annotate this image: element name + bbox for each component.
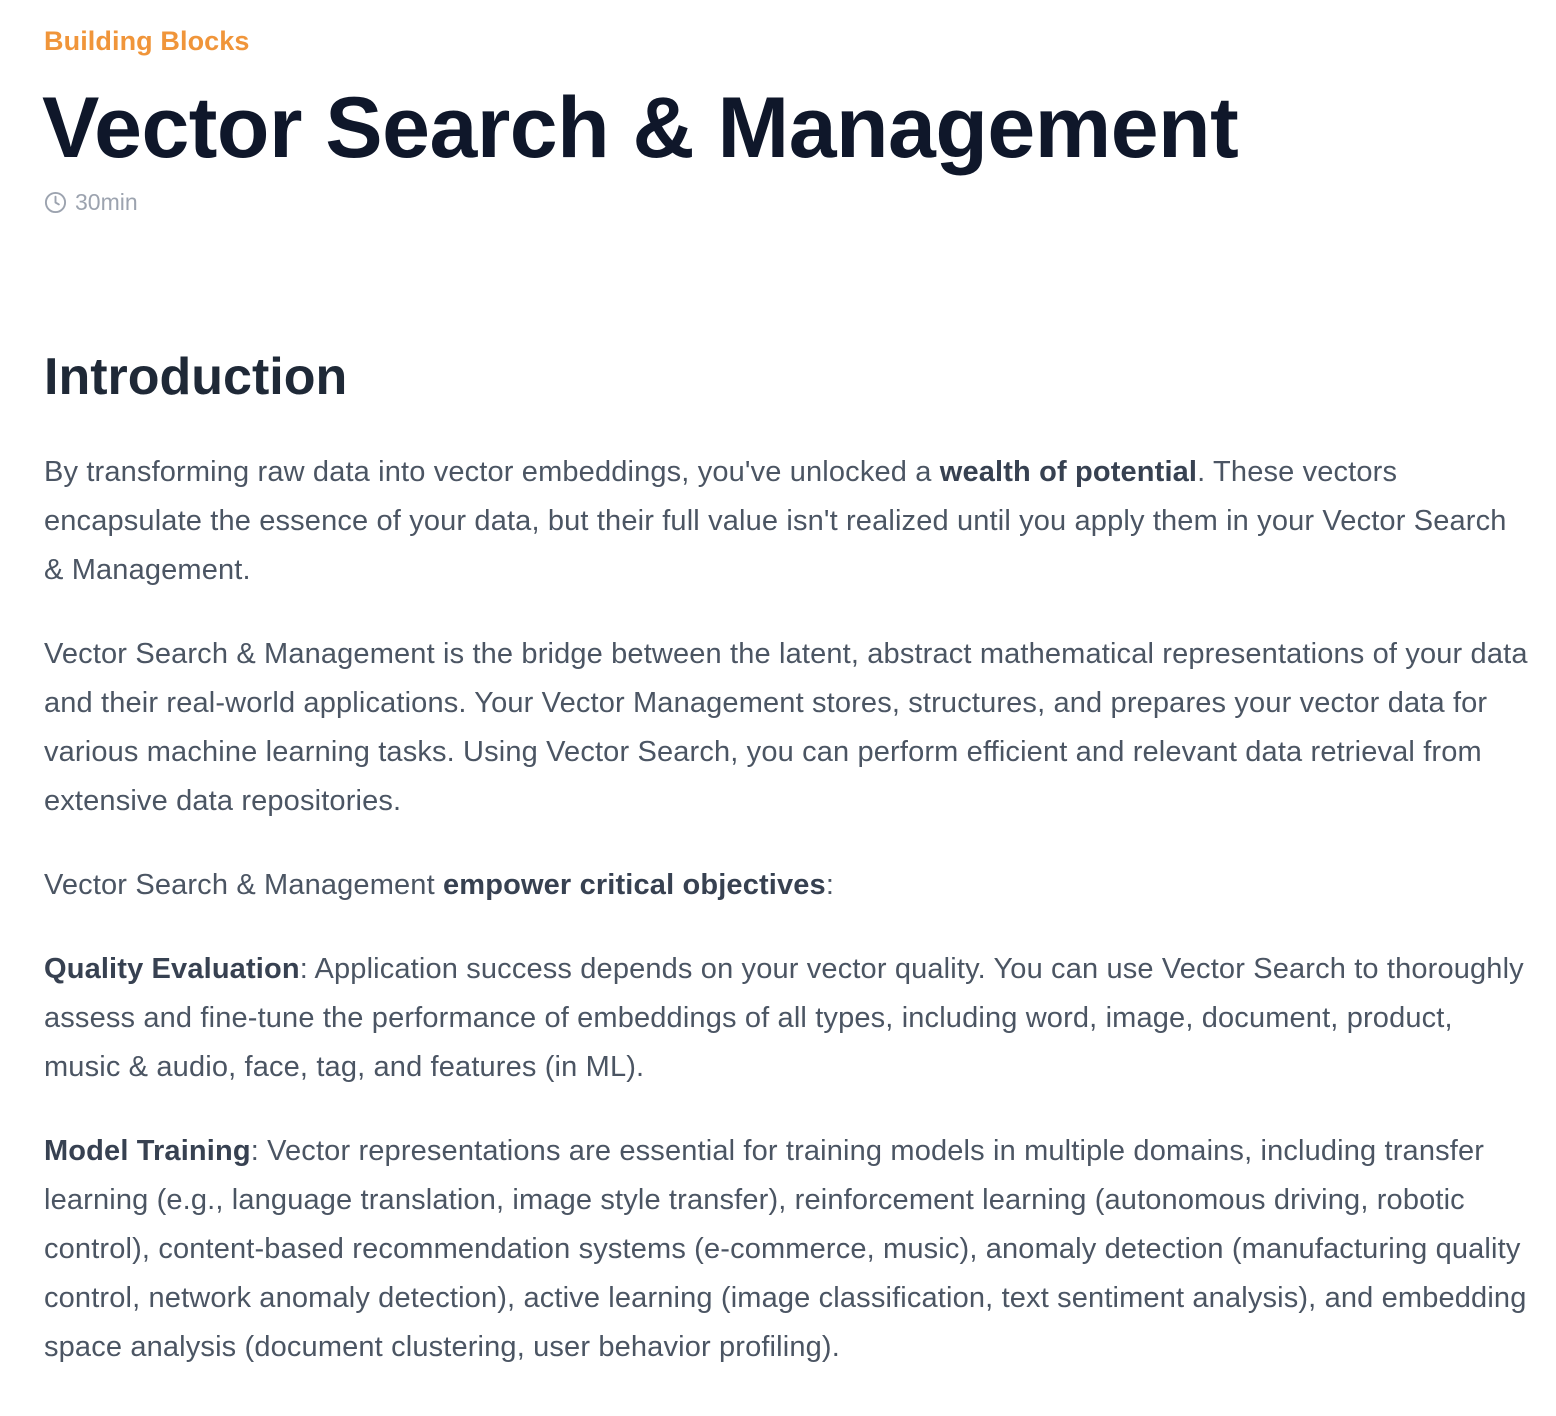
article-content: Introduction By transforming raw data in…	[44, 342, 1528, 1407]
intro-p3-text-before: Vector Search & Management	[44, 869, 443, 901]
intro-paragraph-2: Vector Search & Management is the bridge…	[44, 638, 1528, 817]
intro-p1-bold: wealth of potential	[939, 456, 1198, 488]
intro-p3-bold: empower critical objectives	[443, 869, 826, 901]
clock-icon	[44, 191, 67, 214]
reading-time: 30min	[44, 187, 138, 217]
quality-evaluation-paragraph: Quality Evaluation: Application success …	[44, 945, 1528, 1092]
duration-label: 30min	[75, 189, 138, 215]
article-page: Building Blocks Vector Search & Manageme…	[0, 0, 1556, 1416]
section-heading-introduction: Introduction	[44, 348, 348, 406]
model-training-label: Model Training	[44, 1135, 251, 1167]
intro-p3-text-after: :	[825, 869, 835, 901]
model-training-paragraph: Model Training: Vector representations a…	[44, 1127, 1528, 1372]
intro-paragraph-1: By transforming raw data into vector emb…	[44, 448, 1528, 595]
intro-paragraph-3: Vector Search & Management empower criti…	[44, 861, 1528, 910]
category-link[interactable]: Building Blocks	[44, 24, 250, 58]
quality-evaluation-label: Quality Evaluation	[44, 953, 300, 985]
model-training-text: : Vector representations are essential f…	[44, 1135, 1527, 1363]
page-title: Vector Search & Management	[42, 80, 1239, 176]
intro-p1-text-before: By transforming raw data into vector emb…	[44, 456, 940, 488]
